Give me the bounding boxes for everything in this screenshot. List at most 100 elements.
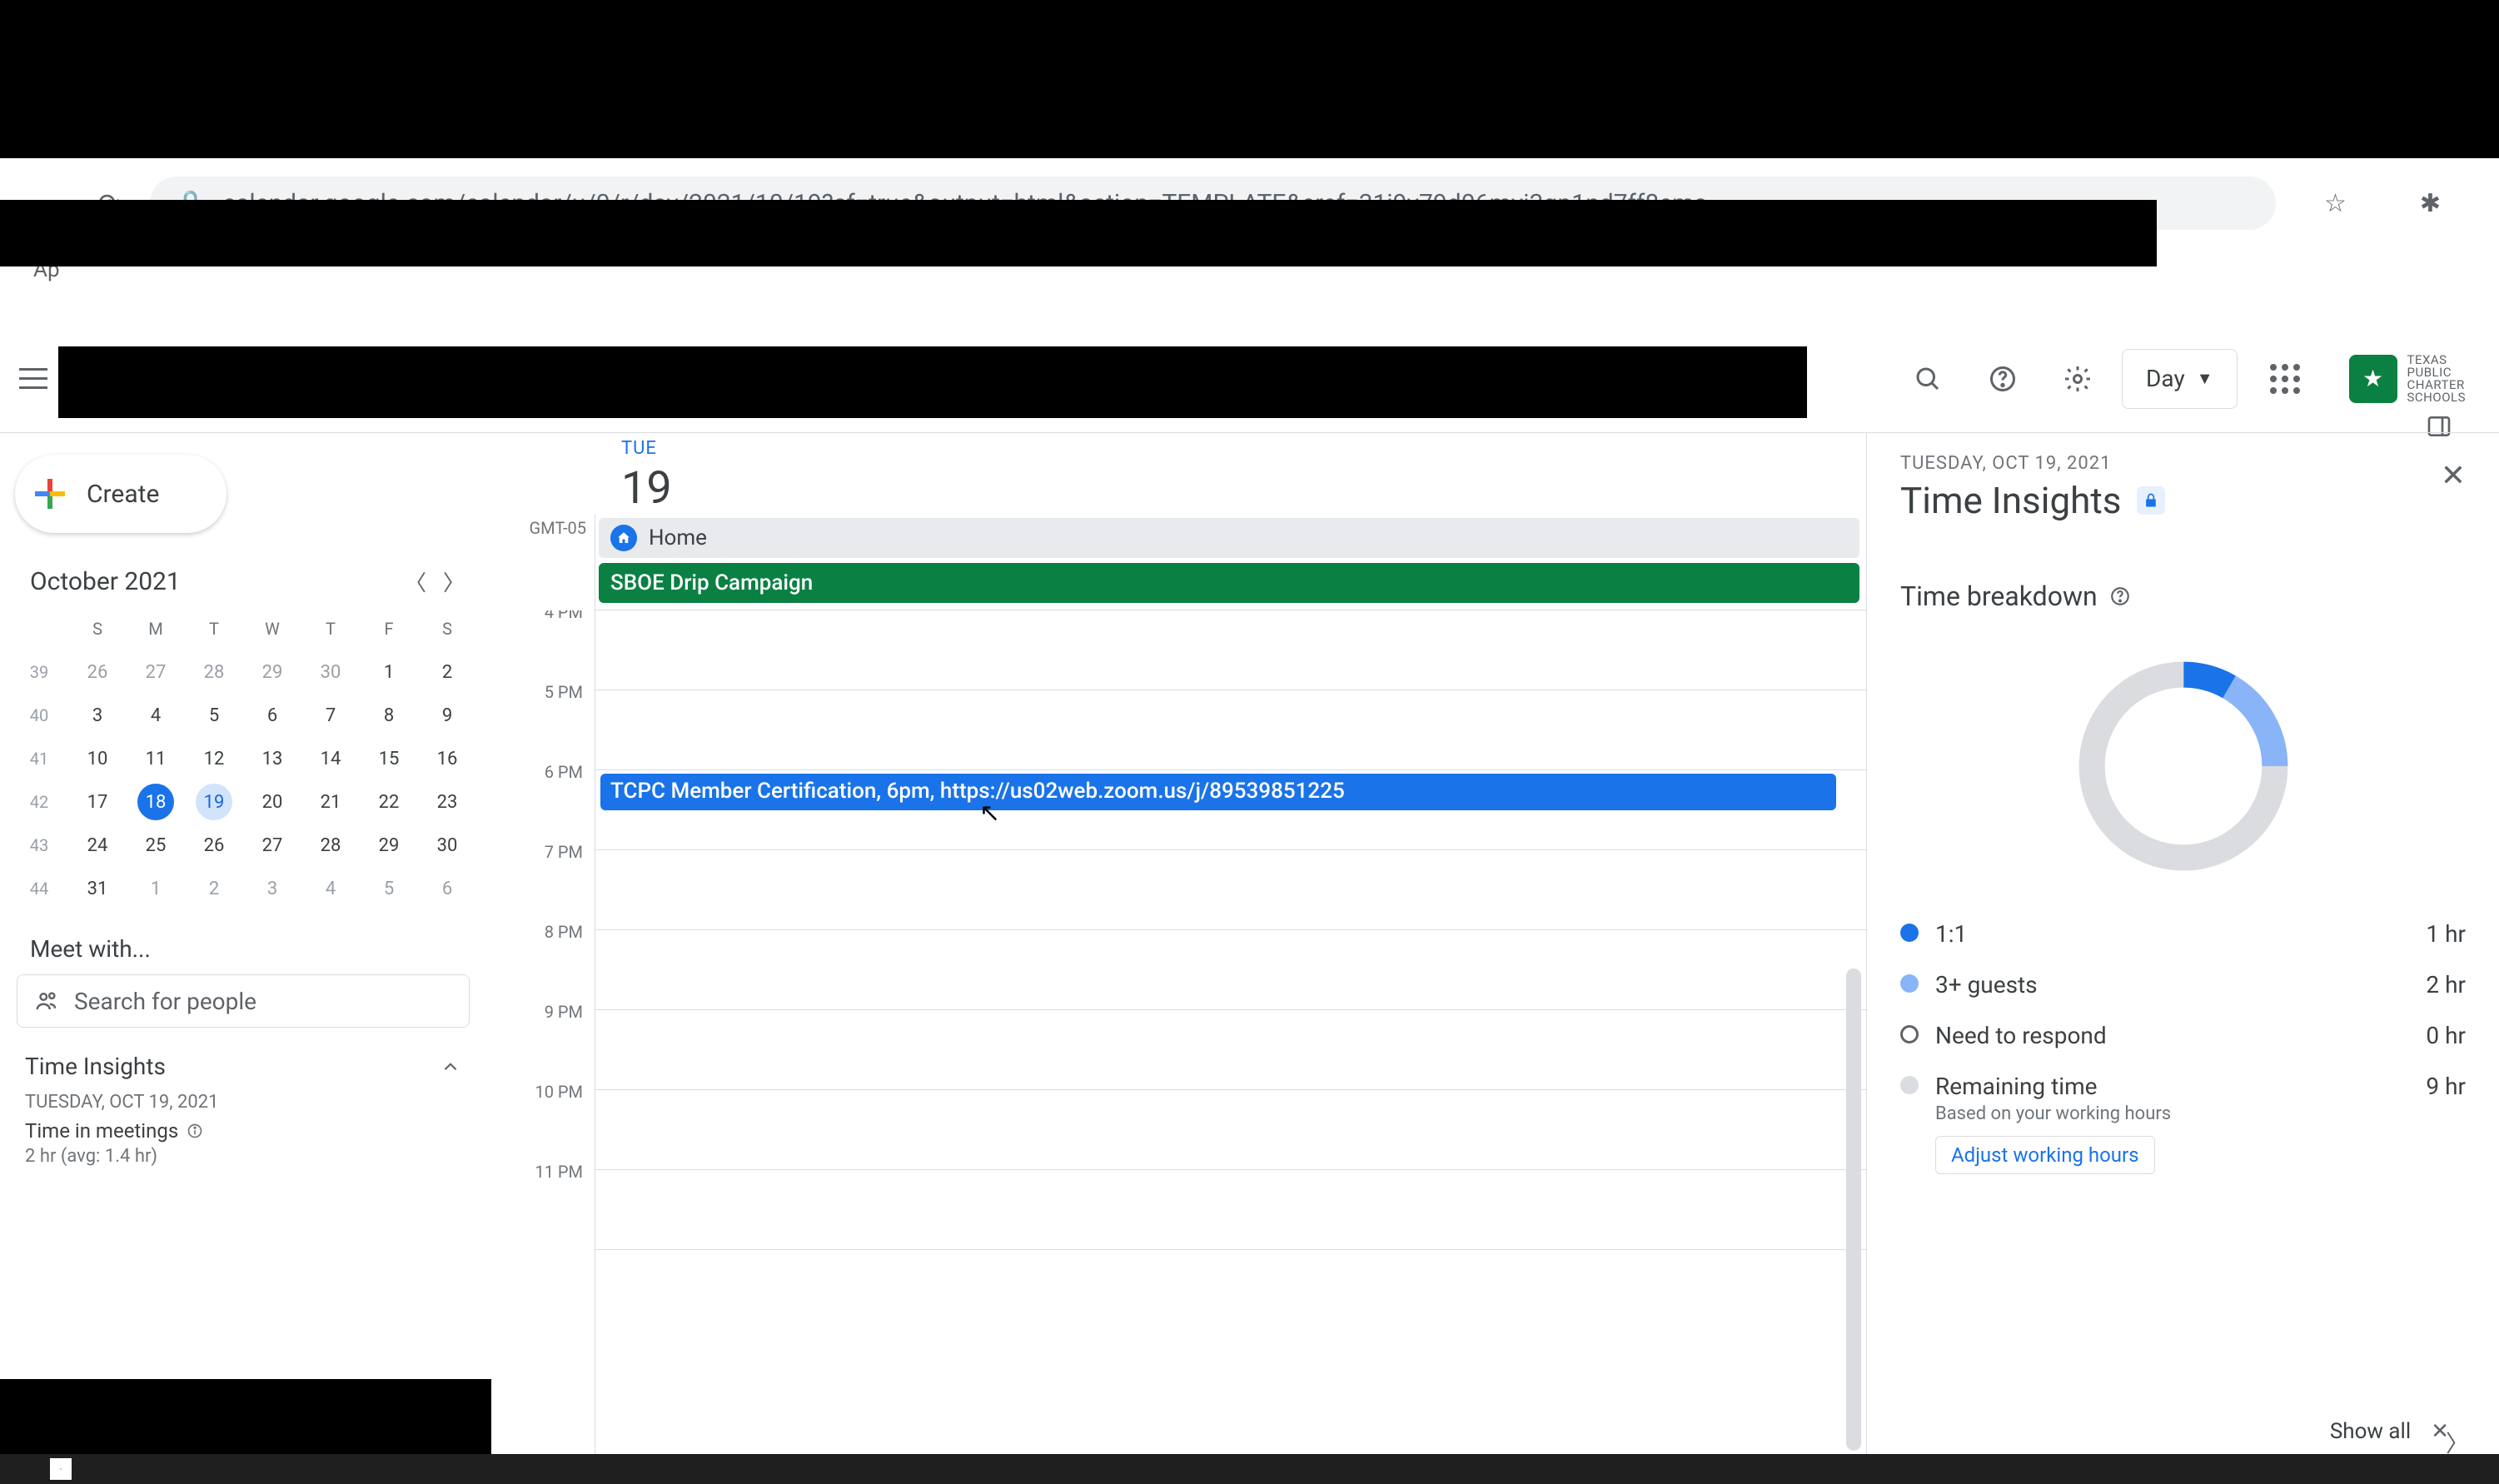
mini-prev-icon[interactable]: 〈 xyxy=(405,566,426,597)
mini-day[interactable]: 6 xyxy=(243,694,301,737)
mini-day[interactable]: 1 xyxy=(360,650,418,694)
mini-day[interactable]: 23 xyxy=(418,780,476,824)
mini-dow: F xyxy=(360,607,418,650)
mini-day[interactable]: 8 xyxy=(360,694,418,737)
sidebar-time-insights[interactable]: Time Insights TUESDAY, OCT 19, 2021 Time… xyxy=(10,1053,476,1167)
search-people-input[interactable]: Search for people xyxy=(17,974,470,1028)
bookmark-star-icon[interactable]: ☆ xyxy=(2299,189,2372,218)
close-icon[interactable]: ✕ xyxy=(2441,458,2466,493)
mini-day[interactable]: 6 xyxy=(418,867,476,910)
ti-meetings-label: Time in meetings xyxy=(25,1113,461,1143)
mini-day[interactable]: 15 xyxy=(360,737,418,780)
monitor-bezel xyxy=(0,0,2499,158)
mini-day[interactable]: 31 xyxy=(68,867,127,910)
mini-day[interactable]: 19 xyxy=(185,780,243,824)
mini-day[interactable]: 20 xyxy=(243,780,301,824)
hour-slot[interactable] xyxy=(595,930,1866,1010)
hour-slot[interactable] xyxy=(595,610,1866,690)
legend-label: Need to respond xyxy=(1935,1022,2409,1049)
main-menu-icon[interactable] xyxy=(8,354,58,404)
donut-chart xyxy=(1900,645,2466,887)
mini-day[interactable]: 3 xyxy=(243,867,301,910)
gear-icon[interactable] xyxy=(2055,356,2100,401)
mini-day[interactable]: 10 xyxy=(68,737,127,780)
mini-day[interactable]: 5 xyxy=(185,694,243,737)
mini-day[interactable]: 17 xyxy=(68,780,127,824)
mini-day[interactable]: 3 xyxy=(68,694,127,737)
help-icon[interactable] xyxy=(1980,356,2025,401)
hour-slot[interactable] xyxy=(595,1170,1866,1250)
view-selector[interactable]: Day▼ xyxy=(2122,349,2237,409)
mini-day[interactable]: 22 xyxy=(360,780,418,824)
mini-day[interactable]: 30 xyxy=(418,824,476,867)
mini-next-icon[interactable]: 〉 xyxy=(443,566,465,597)
search-icon[interactable] xyxy=(1905,356,1950,401)
mini-day[interactable]: 1 xyxy=(127,867,185,910)
mini-day[interactable]: 29 xyxy=(243,650,301,694)
allday-event[interactable]: SBOE Drip Campaign xyxy=(599,563,1859,603)
legend-dot xyxy=(1900,924,1919,942)
day-of-week: TUE xyxy=(621,438,1866,459)
mini-day[interactable]: 25 xyxy=(127,824,185,867)
calendar-event[interactable]: TCPC Member Certification, 6pm, https://… xyxy=(600,774,1836,810)
mini-day[interactable]: 28 xyxy=(301,824,360,867)
hour-slot[interactable] xyxy=(595,850,1866,930)
mini-day[interactable]: 29 xyxy=(360,824,418,867)
hour-slot[interactable] xyxy=(595,1010,1866,1090)
mini-day[interactable]: 4 xyxy=(127,694,185,737)
working-location-chip[interactable]: Home xyxy=(599,518,1859,558)
mini-day[interactable]: 30 xyxy=(301,650,360,694)
mini-day[interactable]: 4 xyxy=(301,867,360,910)
mini-day[interactable]: 26 xyxy=(68,650,127,694)
scrollbar[interactable] xyxy=(1846,969,1861,1451)
show-all-label[interactable]: Show all xyxy=(2330,1419,2411,1444)
legend-item[interactable]: 1:11 hr xyxy=(1900,920,2466,948)
hour-slots[interactable]: TCPC Member Certification, 6pm, https://… xyxy=(595,610,1866,1484)
close-icon[interactable]: ✕ xyxy=(2431,1419,2449,1444)
ti-date: TUESDAY, OCT 19, 2021 xyxy=(25,1080,461,1113)
mini-dow: S xyxy=(68,607,127,650)
mini-day[interactable]: 27 xyxy=(127,650,185,694)
org-mark xyxy=(2349,355,2397,403)
adjust-hours-button[interactable]: Adjust working hours xyxy=(1935,1136,2155,1174)
downloads-bar[interactable]: Show all ✕ xyxy=(2330,1419,2449,1444)
mini-day[interactable]: 2 xyxy=(185,867,243,910)
location-text: Home xyxy=(649,525,707,550)
mini-day[interactable]: 26 xyxy=(185,824,243,867)
hour-slot[interactable] xyxy=(595,1090,1866,1170)
mini-day[interactable]: 12 xyxy=(185,737,243,780)
mini-day[interactable]: 2 xyxy=(418,650,476,694)
mini-day[interactable]: 27 xyxy=(243,824,301,867)
mini-day[interactable]: 7 xyxy=(301,694,360,737)
hour-slot[interactable] xyxy=(595,690,1866,770)
mini-day[interactable]: 14 xyxy=(301,737,360,780)
mini-day[interactable]: 11 xyxy=(127,737,185,780)
hour-grid[interactable]: 4 PM5 PM6 PM7 PM8 PM9 PM10 PM11 PM TCPC … xyxy=(496,610,1866,1484)
mini-calendar[interactable]: SMTWTFS 39262728293012403456789411011121… xyxy=(10,607,476,910)
mini-day[interactable]: 24 xyxy=(68,824,127,867)
chevron-up-icon[interactable] xyxy=(440,1056,461,1078)
mini-day[interactable]: 16 xyxy=(418,737,476,780)
mini-day[interactable]: 21 xyxy=(301,780,360,824)
legend-item[interactable]: 3+ guests2 hr xyxy=(1900,971,2466,998)
mini-dow: T xyxy=(301,607,360,650)
allday-row[interactable]: Home SBOE Drip Campaign xyxy=(595,515,1866,610)
day-number[interactable]: 19 xyxy=(621,462,1866,515)
insights-date: TUESDAY, OCT 19, 2021 xyxy=(1900,453,2466,474)
windows-start-icon[interactable] xyxy=(50,1458,72,1480)
mini-day[interactable]: 5 xyxy=(360,867,418,910)
legend-item[interactable]: Need to respond0 hr xyxy=(1900,1022,2466,1049)
help-icon[interactable] xyxy=(2109,585,2131,607)
hour-gutter: 4 PM5 PM6 PM7 PM8 PM9 PM10 PM11 PM xyxy=(496,610,595,1484)
google-apps-icon[interactable] xyxy=(2263,356,2307,401)
extensions-icon[interactable]: ✱ xyxy=(2395,189,2466,218)
legend-dot xyxy=(1900,974,1919,993)
mini-day[interactable]: 9 xyxy=(418,694,476,737)
mini-day[interactable]: 28 xyxy=(185,650,243,694)
mini-day[interactable]: 13 xyxy=(243,737,301,780)
info-icon xyxy=(187,1123,203,1139)
org-logo[interactable]: TEXAS PUBLIC CHARTER SCHOOLS xyxy=(2349,354,2467,404)
mini-day[interactable]: 18 xyxy=(127,780,185,824)
create-button[interactable]: Create xyxy=(15,455,227,533)
legend-item[interactable]: Remaining timeBased on your working hour… xyxy=(1900,1073,2466,1174)
